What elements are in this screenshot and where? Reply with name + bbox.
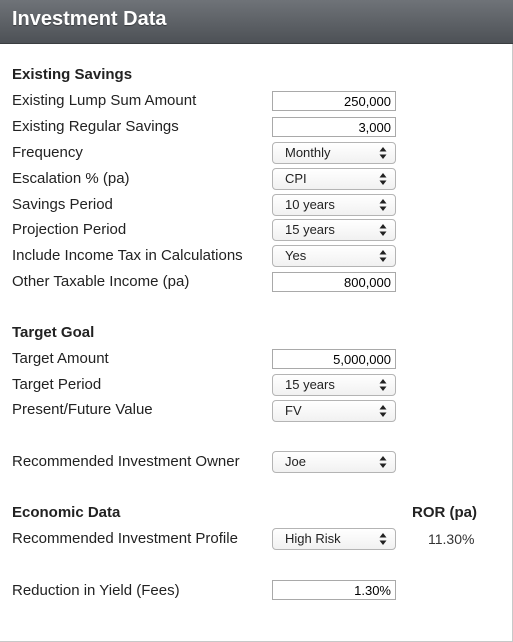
regular-savings-label: Existing Regular Savings	[12, 118, 179, 135]
up-down-chevron-icon	[379, 199, 387, 211]
section-existing-savings: Existing Savings	[12, 66, 133, 83]
fees-input[interactable]	[272, 580, 396, 600]
owner-label: Recommended Investment Owner	[12, 453, 240, 470]
ror-value: 11.30%	[428, 531, 475, 547]
present-future-select-value: FV	[285, 403, 302, 418]
up-down-chevron-icon	[379, 405, 387, 417]
header-bar: Investment Data	[0, 0, 513, 44]
target-period-select[interactable]: 15 years	[272, 374, 396, 396]
escalation-select[interactable]: CPI	[272, 168, 396, 190]
regular-savings-input[interactable]	[272, 117, 396, 137]
owner-select-value: Joe	[285, 454, 306, 469]
savings-period-select-value: 10 years	[285, 197, 335, 212]
projection-period-select[interactable]: 15 years	[272, 219, 396, 241]
other-income-input[interactable]	[272, 272, 396, 292]
section-economic-data: Economic Data	[12, 504, 121, 521]
income-tax-label: Include Income Tax in Calculations	[12, 247, 243, 264]
target-amount-input[interactable]	[272, 349, 396, 369]
projection-period-label: Projection Period	[12, 221, 127, 238]
up-down-chevron-icon	[379, 173, 387, 185]
lump-sum-label: Existing Lump Sum Amount	[12, 92, 197, 109]
investment-profile-select[interactable]: High Risk	[272, 528, 396, 550]
target-period-label: Target Period	[12, 376, 102, 393]
target-period-select-value: 15 years	[285, 377, 335, 392]
escalation-select-value: CPI	[285, 171, 307, 186]
frequency-select[interactable]: Monthly	[272, 142, 396, 164]
up-down-chevron-icon	[379, 224, 387, 236]
owner-select[interactable]: Joe	[272, 451, 396, 473]
investment-profile-label: Recommended Investment Profile	[12, 530, 238, 547]
up-down-chevron-icon	[379, 456, 387, 468]
lump-sum-input[interactable]	[272, 91, 396, 111]
projection-period-select-value: 15 years	[285, 222, 335, 237]
up-down-chevron-icon	[379, 533, 387, 545]
ror-heading: ROR (pa)	[412, 504, 477, 521]
page-title: Investment Data	[12, 8, 167, 30]
investment-profile-select-value: High Risk	[285, 531, 341, 546]
savings-period-label: Savings Period	[12, 196, 113, 213]
target-amount-label: Target Amount	[12, 350, 109, 367]
present-future-label: Present/Future Value	[12, 401, 153, 418]
frequency-label: Frequency	[12, 144, 83, 161]
present-future-select[interactable]: FV	[272, 400, 396, 422]
frequency-select-value: Monthly	[285, 145, 331, 160]
up-down-chevron-icon	[379, 250, 387, 262]
savings-period-select[interactable]: 10 years	[272, 194, 396, 216]
up-down-chevron-icon	[379, 379, 387, 391]
income-tax-select[interactable]: Yes	[272, 245, 396, 267]
up-down-chevron-icon	[379, 147, 387, 159]
escalation-label: Escalation % (pa)	[12, 170, 130, 187]
other-income-label: Other Taxable Income (pa)	[12, 273, 190, 290]
income-tax-select-value: Yes	[285, 248, 307, 263]
fees-label: Reduction in Yield (Fees)	[12, 582, 180, 599]
section-target-goal: Target Goal	[12, 324, 95, 341]
